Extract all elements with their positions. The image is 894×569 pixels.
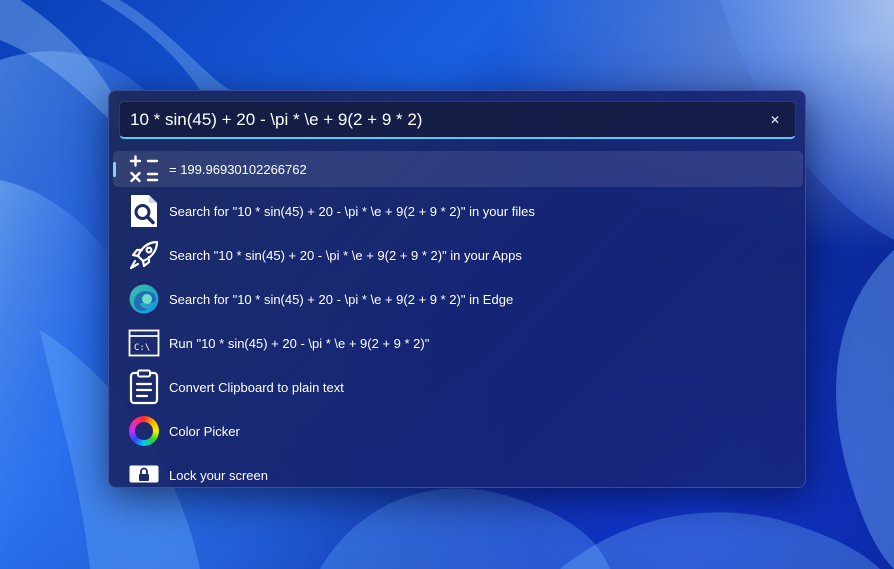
- search-input[interactable]: [130, 102, 750, 138]
- result-label: Search for "10 * sin(45) + 20 - \pi * \e…: [169, 203, 535, 219]
- result-label: = 199.96930102266762: [169, 161, 307, 177]
- result-item-run[interactable]: C:\ Run "10 * sin(45) + 20 - \pi * \e + …: [113, 323, 803, 363]
- result-label: Search "10 * sin(45) + 20 - \pi * \e + 9…: [169, 247, 522, 263]
- result-label: Convert Clipboard to plain text: [169, 379, 344, 395]
- result-item-clipboard[interactable]: Convert Clipboard to plain text: [113, 367, 803, 407]
- result-item-calculator[interactable]: = 199.96930102266762: [113, 151, 803, 187]
- close-icon: ✕: [769, 113, 781, 127]
- search-box: ✕: [119, 101, 796, 139]
- file-search-icon: [127, 194, 161, 228]
- clear-search-button[interactable]: ✕: [765, 110, 785, 130]
- result-item-search-apps[interactable]: Search "10 * sin(45) + 20 - \pi * \e + 9…: [113, 235, 803, 275]
- result-label: Lock your screen: [169, 467, 268, 483]
- edge-icon: [127, 282, 161, 316]
- result-label: Run "10 * sin(45) + 20 - \pi * \e + 9(2 …: [169, 335, 430, 351]
- results-list: = 199.96930102266762 Search for "10 * si…: [113, 151, 803, 499]
- result-item-search-files[interactable]: Search for "10 * sin(45) + 20 - \pi * \e…: [113, 191, 803, 231]
- terminal-icon: C:\: [127, 326, 161, 360]
- svg-text:C:\: C:\: [134, 343, 150, 353]
- result-item-color-picker[interactable]: Color Picker: [113, 411, 803, 451]
- desktop: ✕: [0, 0, 894, 569]
- result-label: Color Picker: [169, 423, 240, 439]
- launcher-window: ✕: [108, 90, 806, 488]
- color-wheel-icon: [127, 414, 161, 448]
- rocket-icon: [127, 238, 161, 272]
- clipboard-icon: [127, 369, 161, 405]
- result-item-lock-screen[interactable]: Lock your screen: [113, 455, 803, 495]
- result-label: Search for "10 * sin(45) + 20 - \pi * \e…: [169, 291, 514, 307]
- result-item-search-edge[interactable]: Search for "10 * sin(45) + 20 - \pi * \e…: [113, 279, 803, 319]
- calculator-icon: [127, 152, 161, 186]
- lock-icon: [127, 458, 161, 492]
